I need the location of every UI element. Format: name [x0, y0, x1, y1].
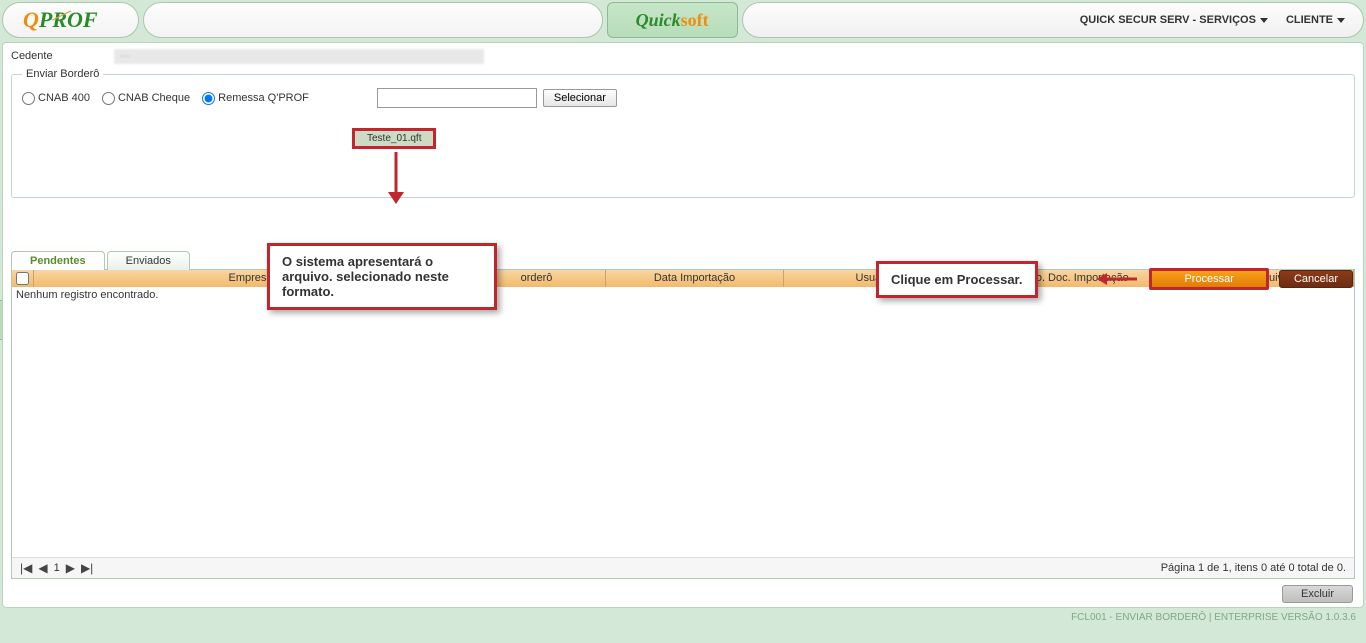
topbar-right: QUICK SECUR SERV - SERVIÇOS CLIENTE	[742, 2, 1364, 38]
pager-prev-button[interactable]: ◀	[38, 561, 47, 575]
grid: Empresa orderô Data Importação Usuário N…	[11, 269, 1355, 579]
logo-soft: soft	[681, 10, 709, 30]
callout-file-format: O sistema apresentará o arquivo. selecio…	[267, 243, 497, 310]
select-file-button[interactable]: Selecionar	[543, 89, 617, 107]
page-frame: Q⁄PROF Quicksoft QUICK SECUR SERV - SERV…	[0, 0, 1366, 627]
radio-cnab400-input[interactable]	[22, 92, 35, 105]
topbar-spacer-left	[143, 2, 603, 38]
content-panel: Cedente — Enviar Borderô CNAB 400 CNAB C…	[2, 42, 1364, 608]
cedente-value: —	[114, 49, 484, 64]
fieldset-legend: Enviar Borderô	[22, 68, 103, 80]
action-row: Processar Cancelar	[1095, 268, 1353, 290]
grid-body[interactable]: Nenhum registro encontrado.	[12, 287, 1354, 557]
chevron-down-icon	[1260, 18, 1268, 23]
radio-cnab400-label: CNAB 400	[38, 92, 90, 104]
arrow-down-icon	[382, 150, 410, 206]
processar-button[interactable]: Processar	[1149, 268, 1269, 290]
cedente-row: Cedente —	[11, 49, 1355, 64]
tab-enviados[interactable]: Enviados	[107, 251, 190, 270]
topbar-center: Quicksoft	[607, 2, 738, 38]
callout-processar: Clique em Processar.	[876, 261, 1038, 298]
logo-q: Q	[23, 7, 39, 32]
logo-prof: PROF	[39, 7, 98, 32]
logo-quick: Quick	[636, 10, 681, 30]
file-path-input[interactable]	[377, 88, 537, 108]
chevron-down-icon	[1337, 18, 1345, 23]
select-all-checkbox[interactable]	[16, 272, 29, 285]
grid-header-data[interactable]: Data Importação	[606, 270, 784, 287]
radio-cnab-cheque-label: CNAB Cheque	[118, 92, 190, 104]
radio-cnab400[interactable]: CNAB 400	[22, 92, 90, 105]
menu-cliente[interactable]: CLIENTE	[1286, 14, 1345, 26]
pager-first-button[interactable]: |◀	[20, 561, 32, 575]
logo-qprof: Q⁄PROF	[23, 7, 98, 33]
arrow-left-icon	[1095, 270, 1139, 288]
radio-row: CNAB 400 CNAB Cheque Remessa Q'PROF Sele…	[22, 88, 1344, 108]
pager-next-button[interactable]: ▶	[66, 561, 75, 575]
grid-header-checkbox[interactable]	[12, 270, 34, 287]
radio-remessa-qprof-label: Remessa Q'PROF	[218, 92, 309, 104]
radio-cnab-cheque[interactable]: CNAB Cheque	[102, 92, 190, 105]
pager-page: 1	[54, 562, 60, 574]
menu-cliente-label: CLIENTE	[1286, 14, 1333, 26]
pager-controls: |◀ ◀ 1 ▶ ▶|	[20, 561, 93, 575]
cedente-label: Cedente	[11, 50, 111, 62]
tabs: Pendentes Enviados	[11, 250, 1355, 269]
tab-pendentes[interactable]: Pendentes	[11, 251, 105, 270]
footer-text: FCL001 - ENVIAR BORDERÔ | ENTERPRISE VER…	[2, 608, 1364, 625]
cancelar-button[interactable]: Cancelar	[1279, 270, 1353, 288]
file-input-wrap: Selecionar	[377, 88, 617, 108]
excluir-button[interactable]: Excluir	[1282, 585, 1353, 603]
menu-servicos[interactable]: QUICK SECUR SERV - SERVIÇOS	[1080, 14, 1268, 26]
radio-remessa-qprof[interactable]: Remessa Q'PROF	[202, 92, 309, 105]
grid-empty-text: Nenhum registro encontrado.	[16, 289, 158, 301]
bottom-actions: Excluir	[11, 579, 1355, 603]
pager-info: Página 1 de 1, itens 0 até 0 total de 0.	[1161, 562, 1346, 574]
logo-pill: Q⁄PROF	[2, 2, 139, 38]
radio-cnab-cheque-input[interactable]	[102, 92, 115, 105]
enviar-bordero-fieldset: Enviar Borderô CNAB 400 CNAB Cheque Reme…	[11, 68, 1355, 198]
radio-remessa-qprof-input[interactable]	[202, 92, 215, 105]
topbar: Q⁄PROF Quicksoft QUICK SECUR SERV - SERV…	[2, 2, 1364, 38]
menu-servicos-label: QUICK SECUR SERV - SERVIÇOS	[1080, 14, 1256, 26]
pager: |◀ ◀ 1 ▶ ▶| Página 1 de 1, itens 0 até 0…	[12, 557, 1354, 578]
logo-quicksoft: Quicksoft	[636, 10, 709, 31]
file-chip: Teste_01.qft	[352, 128, 436, 149]
pager-last-button[interactable]: ▶|	[81, 561, 93, 575]
